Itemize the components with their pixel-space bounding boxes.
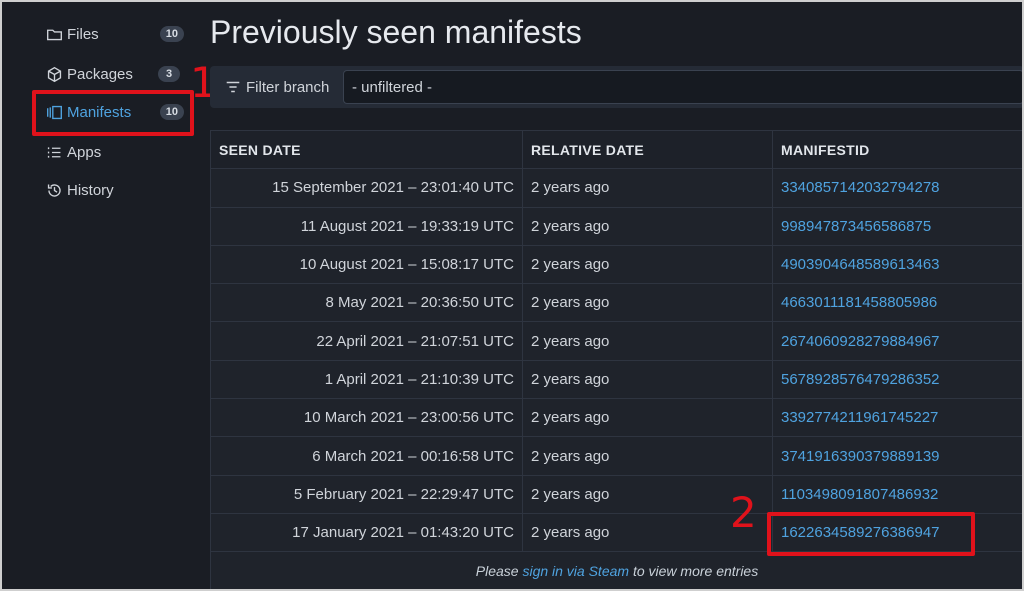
seen-date-cell: 11 August 2021 – 19:33:19 UTC — [210, 206, 523, 246]
branch-select[interactable]: - unfiltered - — [343, 70, 1024, 104]
sidebar-item-history[interactable]: History — [44, 178, 184, 202]
filter-bar: Filter branch - unfiltered - — [210, 66, 1024, 108]
manifest-id-link[interactable]: 998947873456586875 — [781, 218, 931, 235]
count-badge: 3 — [158, 66, 180, 82]
filter-branch-label: Filter branch — [210, 78, 343, 96]
manifest-id-link[interactable]: 4903904648589613463 — [781, 256, 940, 273]
sidebar-item-label: Files — [67, 25, 99, 43]
sidebar: Files 10 Packages 3 Manifests 10 Apps Hi… — [0, 0, 217, 591]
relative-date-cell: 2 years ago — [522, 283, 773, 323]
column-header-relative-date[interactable]: RELATIVE DATE — [522, 129, 773, 170]
relative-date-cell: 2 years ago — [522, 244, 773, 285]
table-row: 8 May 2021 – 20:36:50 UTC 2 years ago 46… — [210, 283, 1024, 323]
filter-label-text: Filter branch — [246, 78, 330, 96]
table-row: 6 March 2021 – 00:16:58 UTC 2 years ago … — [210, 436, 1024, 476]
seen-date-cell: 5 February 2021 – 22:29:47 UTC — [210, 474, 523, 514]
annotation-highlight-box — [32, 90, 194, 136]
seen-date-cell: 10 March 2021 – 23:00:56 UTC — [210, 398, 523, 438]
relative-date-cell: 2 years ago — [522, 206, 773, 246]
table-row: 22 April 2021 – 21:07:51 UTC 2 years ago… — [210, 321, 1024, 361]
notice-text-post: to view more entries — [629, 563, 759, 580]
sidebar-item-apps[interactable]: Apps — [44, 140, 184, 164]
column-header-manifestid[interactable]: MANIFESTID — [772, 129, 1024, 170]
manifest-id-link[interactable]: 3741916390379889139 — [781, 448, 940, 465]
package-icon — [44, 64, 64, 84]
relative-date-cell: 2 years ago — [522, 436, 773, 476]
seen-date-cell: 22 April 2021 – 21:07:51 UTC — [210, 321, 523, 361]
sidebar-item-label: Apps — [67, 143, 102, 161]
sidebar-item-label: Packages — [67, 65, 133, 83]
sidebar-item-files[interactable]: Files 10 — [44, 22, 184, 46]
manifest-id-link[interactable]: 2674060928279884967 — [781, 333, 940, 350]
annotation-highlight-box — [767, 512, 975, 556]
history-icon — [44, 180, 64, 200]
relative-date-cell: 2 years ago — [522, 168, 773, 208]
manifest-id-link[interactable]: 4663011181458805986 — [781, 294, 937, 311]
folder-icon — [44, 24, 64, 44]
relative-date-cell: 2 years ago — [522, 321, 773, 361]
sign-in-link[interactable]: sign in via Steam — [522, 563, 629, 579]
seen-date-cell: 6 March 2021 – 00:16:58 UTC — [210, 436, 523, 476]
manifest-id-link[interactable]: 5678928576479286352 — [781, 371, 940, 388]
sidebar-item-label: History — [67, 181, 114, 199]
annotation-number: 2 — [730, 488, 757, 537]
seen-date-cell: 1 April 2021 – 21:10:39 UTC — [210, 359, 523, 400]
seen-date-cell: 17 January 2021 – 01:43:20 UTC — [210, 512, 523, 553]
page-title: Previously seen manifests — [210, 14, 582, 50]
seen-date-cell: 8 May 2021 – 20:36:50 UTC — [210, 283, 523, 323]
filter-icon — [226, 81, 240, 93]
list-icon — [44, 142, 64, 162]
column-header-seen-date[interactable]: SEEN DATE — [210, 129, 523, 170]
table-header-row: SEEN DATE RELATIVE DATE MANIFESTID — [210, 129, 1024, 170]
table-row: 11 August 2021 – 19:33:19 UTC 2 years ag… — [210, 206, 1024, 246]
sign-in-notice: Please sign in via Steam to view more en… — [210, 551, 1024, 591]
table-row: 5 February 2021 – 22:29:47 UTC 2 years a… — [210, 474, 1024, 514]
manifest-id-link[interactable]: 1103498091807486932 — [781, 486, 938, 503]
manifest-id-link[interactable]: 3340857142032794278 — [781, 179, 940, 196]
sidebar-item-packages[interactable]: Packages 3 — [44, 62, 184, 86]
manifest-id-link[interactable]: 3392774211961745227 — [781, 409, 938, 426]
seen-date-cell: 10 August 2021 – 15:08:17 UTC — [210, 244, 523, 285]
table-row: 10 August 2021 – 15:08:17 UTC 2 years ag… — [210, 244, 1024, 285]
table-row: 15 September 2021 – 23:01:40 UTC 2 years… — [210, 168, 1024, 208]
count-badge: 10 — [159, 26, 184, 42]
table-row: 10 March 2021 – 23:00:56 UTC 2 years ago… — [210, 398, 1024, 438]
relative-date-cell: 2 years ago — [522, 398, 773, 438]
table-row: 1 April 2021 – 21:10:39 UTC 2 years ago … — [210, 359, 1024, 400]
relative-date-cell: 2 years ago — [522, 359, 773, 400]
notice-text-pre: Please — [475, 563, 523, 580]
seen-date-cell: 15 September 2021 – 23:01:40 UTC — [210, 168, 523, 208]
table-footer-row: Please sign in via Steam to view more en… — [210, 551, 1024, 591]
